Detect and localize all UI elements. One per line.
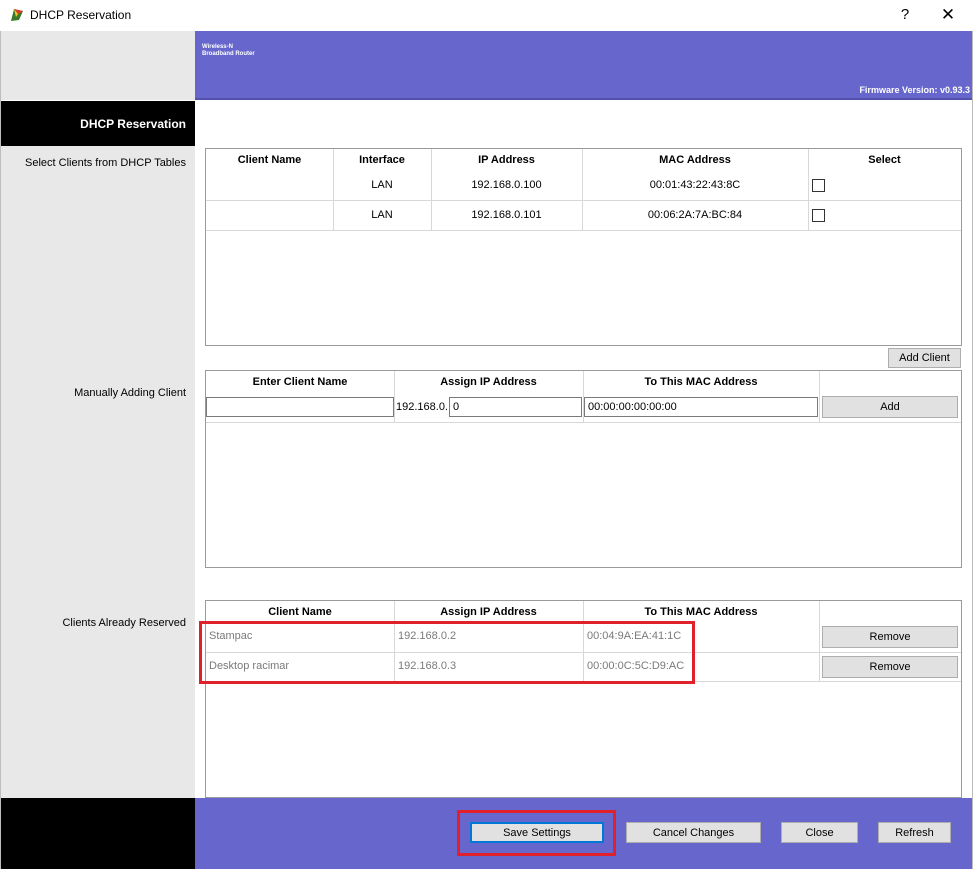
cancel-changes-button[interactable]: Cancel Changes: [626, 822, 761, 843]
refresh-button[interactable]: Refresh: [878, 822, 951, 843]
header-band: Wireless-N Broadband Router Firmware Ver…: [195, 31, 972, 100]
select-checkbox[interactable]: [812, 209, 825, 222]
header-left-panel: [1, 31, 195, 100]
header-divider: [195, 98, 972, 100]
reserved-rows-highlight: [199, 621, 695, 684]
row-ip-address: 192.168.0.100: [471, 179, 542, 191]
brand-line-2: Broadband Router: [202, 51, 255, 57]
column-header-assign-ip: Assign IP Address: [440, 376, 537, 388]
row-interface: LAN: [371, 209, 393, 221]
section-title-bar: DHCP Reservation: [1, 101, 195, 146]
row-mac-address: 00:06:2A:7A:BC:84: [647, 209, 743, 221]
column-header-mac: To This MAC Address: [644, 606, 758, 618]
column-header-client-name: Client Name: [237, 154, 302, 166]
section-title: DHCP Reservation: [80, 117, 186, 131]
column-header-select: Select: [868, 154, 901, 166]
remove-button[interactable]: Remove: [822, 656, 958, 678]
manually-adding-label: Manually Adding Client: [74, 387, 186, 399]
brand-line-1: Wireless-N: [202, 44, 233, 50]
remove-button[interactable]: Remove: [822, 626, 958, 648]
firmware-version: Firmware Version: v0.93.3: [859, 85, 970, 95]
manual-add-table: Enter Client Name Assign IP Address To T…: [205, 370, 962, 568]
ip-suffix-input[interactable]: [449, 397, 582, 417]
title-bar: DHCP Reservation ? ✕: [0, 0, 973, 31]
client-name-input[interactable]: [206, 397, 394, 417]
select-clients-label: Select Clients from DHCP Tables: [25, 157, 186, 169]
help-button[interactable]: ?: [890, 4, 920, 26]
already-reserved-label: Clients Already Reserved: [62, 617, 186, 629]
ip-prefix: 192.168.0.: [396, 401, 448, 413]
column-header-enter-client-name: Enter Client Name: [252, 376, 348, 388]
row-interface: LAN: [371, 179, 393, 191]
close-window-button[interactable]: ✕: [933, 4, 963, 26]
add-client-button[interactable]: Add Client: [888, 348, 961, 368]
row-mac-address: 00:01:43:22:43:8C: [649, 179, 741, 191]
column-header-interface: Interface: [359, 154, 405, 166]
column-header-mac: To This MAC Address: [644, 376, 758, 388]
left-label-column: Select Clients from DHCP Tables Manually…: [1, 146, 195, 798]
app-icon: [11, 9, 23, 21]
column-header-mac-address: MAC Address: [659, 154, 731, 166]
close-button[interactable]: Close: [781, 822, 858, 843]
footer-left-panel: [1, 798, 195, 869]
select-checkbox[interactable]: [812, 179, 825, 192]
save-settings-highlight: [457, 810, 616, 856]
column-header-client-name: Client Name: [268, 606, 332, 618]
add-button[interactable]: Add: [822, 396, 958, 418]
window-title: DHCP Reservation: [30, 8, 132, 22]
column-header-assign-ip: Assign IP Address: [440, 606, 537, 618]
column-header-ip-address: IP Address: [478, 154, 535, 166]
mac-address-input[interactable]: [584, 397, 818, 417]
dhcp-clients-table: Client Name Interface IP Address MAC Add…: [205, 148, 962, 346]
row-ip-address: 192.168.0.101: [471, 209, 542, 221]
